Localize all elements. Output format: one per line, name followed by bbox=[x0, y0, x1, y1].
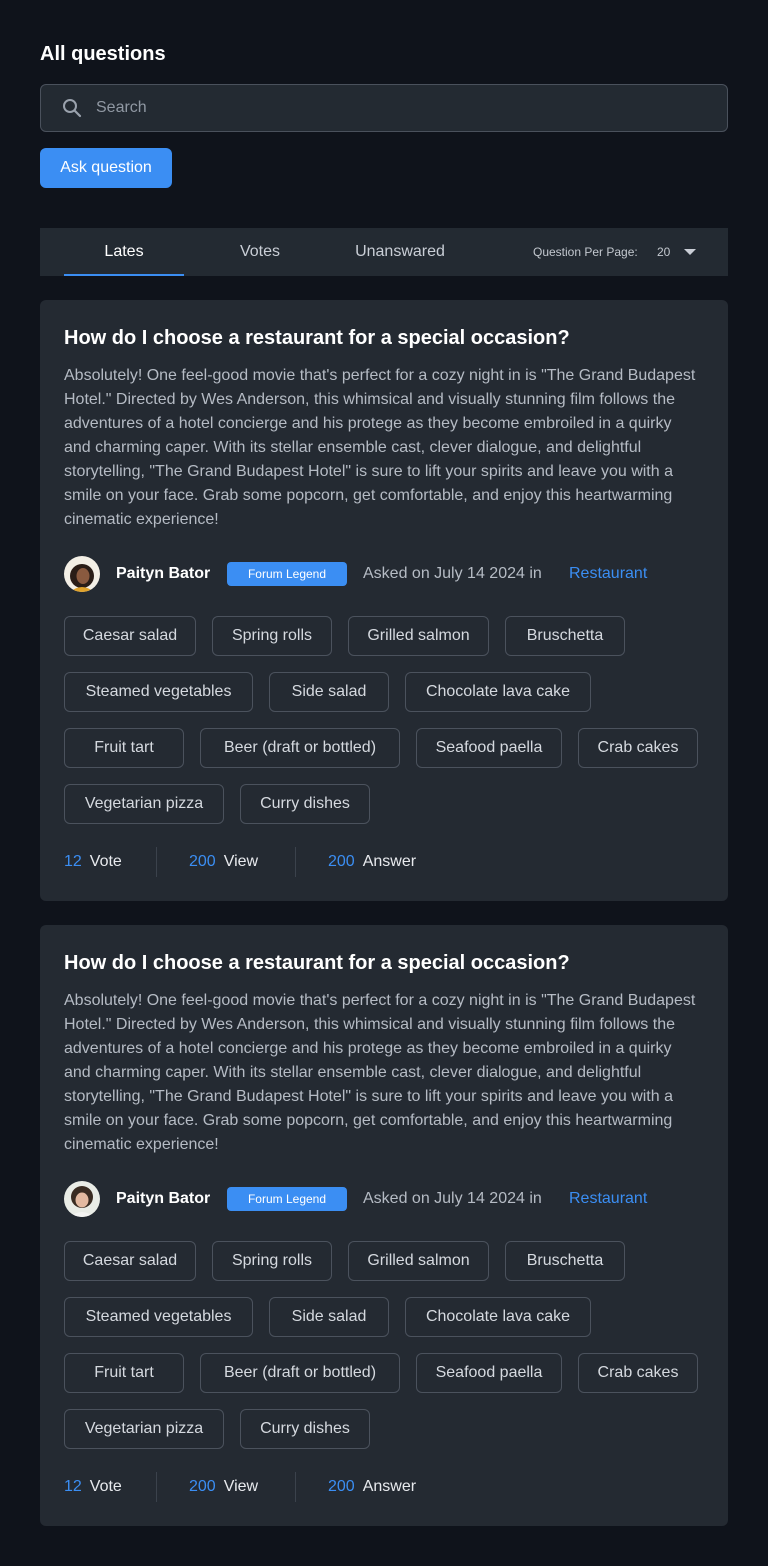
status-badge: Forum Legend bbox=[227, 1187, 347, 1211]
tag-chip[interactable]: Chocolate lava cake bbox=[405, 1297, 591, 1337]
tag-chip[interactable]: Side salad bbox=[269, 1297, 389, 1337]
tag-chip[interactable]: Seafood paella bbox=[416, 1353, 562, 1393]
tag-chip[interactable]: Vegetarian pizza bbox=[64, 1409, 224, 1449]
vote-number: 12 bbox=[64, 1478, 82, 1495]
author-name[interactable]: Paityn Bator bbox=[116, 1181, 210, 1217]
tag-chip[interactable]: Steamed vegetables bbox=[64, 672, 253, 712]
category-link[interactable]: Restaurant bbox=[569, 556, 647, 592]
view-label: View bbox=[223, 1478, 259, 1495]
answer-number: 200 bbox=[328, 1478, 355, 1495]
tag-chip[interactable]: Spring rolls bbox=[212, 1241, 332, 1281]
status-badge: Forum Legend bbox=[227, 562, 347, 586]
vote-label: Vote bbox=[89, 853, 122, 870]
divider bbox=[156, 1472, 157, 1502]
view-number: 200 bbox=[189, 1478, 216, 1495]
per-page-select[interactable]: 20 bbox=[657, 240, 701, 264]
divider bbox=[295, 1472, 296, 1502]
tag-chip[interactable]: Beer (draft or bottled) bbox=[200, 1353, 400, 1393]
avatar[interactable] bbox=[64, 1181, 100, 1217]
question-title[interactable]: How do I choose a restaurant for a speci… bbox=[64, 324, 570, 352]
answer-label: Answer bbox=[362, 1478, 417, 1495]
vote-count[interactable]: 12 Vote bbox=[64, 848, 122, 876]
view-count: 200 View bbox=[189, 1473, 258, 1501]
per-page-label: Question Per Page: bbox=[533, 245, 638, 259]
tag-chip[interactable]: Side salad bbox=[269, 672, 389, 712]
tag-chip[interactable]: Steamed vegetables bbox=[64, 1297, 253, 1337]
view-label: View bbox=[223, 853, 259, 870]
answer-count[interactable]: 200 Answer bbox=[328, 1473, 416, 1501]
tag-chip[interactable]: Chocolate lava cake bbox=[405, 672, 591, 712]
tab-lates[interactable]: Lates bbox=[64, 228, 184, 276]
tag-chip[interactable]: Crab cakes bbox=[578, 728, 698, 768]
tag-chip[interactable]: Seafood paella bbox=[416, 728, 562, 768]
search-icon bbox=[62, 98, 82, 118]
divider bbox=[156, 847, 157, 877]
vote-number: 12 bbox=[64, 853, 82, 870]
tag-chip[interactable]: Vegetarian pizza bbox=[64, 784, 224, 824]
tag-chip[interactable]: Curry dishes bbox=[240, 784, 370, 824]
tab-votes[interactable]: Votes bbox=[200, 228, 320, 276]
chevron-down-icon bbox=[684, 249, 697, 255]
avatar[interactable] bbox=[64, 556, 100, 592]
question-body: Absolutely! One feel-good movie that's p… bbox=[64, 367, 696, 528]
search-input[interactable] bbox=[96, 99, 727, 117]
question-tabs: Lates Votes Unanswared Question Per Page… bbox=[40, 228, 728, 276]
vote-count[interactable]: 12 Vote bbox=[64, 1473, 122, 1501]
question-meta: Paityn Bator Forum Legend Asked on July … bbox=[64, 1181, 704, 1217]
tag-chip[interactable]: Bruschetta bbox=[505, 616, 625, 656]
ask-question-button[interactable]: Ask question bbox=[40, 148, 172, 188]
tag-chip[interactable]: Grilled salmon bbox=[348, 1241, 489, 1281]
vote-label: Vote bbox=[89, 1478, 122, 1495]
view-number: 200 bbox=[189, 853, 216, 870]
tag-chip[interactable]: Curry dishes bbox=[240, 1409, 370, 1449]
asked-date: Asked on July 14 2024 in bbox=[363, 1190, 542, 1207]
question-card: How do I choose a restaurant for a speci… bbox=[40, 300, 728, 901]
tag-chip[interactable]: Beer (draft or bottled) bbox=[200, 728, 400, 768]
tag-chip[interactable]: Caesar salad bbox=[64, 616, 196, 656]
tag-chip[interactable]: Spring rolls bbox=[212, 616, 332, 656]
answer-number: 200 bbox=[328, 853, 355, 870]
category-link[interactable]: Restaurant bbox=[569, 1181, 647, 1217]
page-title: All questions bbox=[40, 43, 166, 65]
question-meta: Paityn Bator Forum Legend Asked on July … bbox=[64, 556, 704, 592]
tag-chip[interactable]: Fruit tart bbox=[64, 728, 184, 768]
per-page-value: 20 bbox=[657, 245, 671, 259]
question-card: How do I choose a restaurant for a speci… bbox=[40, 925, 728, 1526]
answer-label: Answer bbox=[362, 853, 417, 870]
question-title[interactable]: How do I choose a restaurant for a speci… bbox=[64, 949, 570, 977]
tag-chip[interactable]: Bruschetta bbox=[505, 1241, 625, 1281]
divider bbox=[295, 847, 296, 877]
active-tab-indicator bbox=[64, 274, 184, 276]
tab-unanswared[interactable]: Unanswared bbox=[336, 228, 464, 276]
search-bar[interactable] bbox=[40, 84, 728, 132]
asked-date: Asked on July 14 2024 in bbox=[363, 565, 542, 582]
tag-chip[interactable]: Caesar salad bbox=[64, 1241, 196, 1281]
author-name[interactable]: Paityn Bator bbox=[116, 556, 210, 592]
tag-chip[interactable]: Grilled salmon bbox=[348, 616, 489, 656]
view-count: 200 View bbox=[189, 848, 258, 876]
answer-count[interactable]: 200 Answer bbox=[328, 848, 416, 876]
tag-chip[interactable]: Crab cakes bbox=[578, 1353, 698, 1393]
question-body: Absolutely! One feel-good movie that's p… bbox=[64, 992, 696, 1153]
tag-chip[interactable]: Fruit tart bbox=[64, 1353, 184, 1393]
